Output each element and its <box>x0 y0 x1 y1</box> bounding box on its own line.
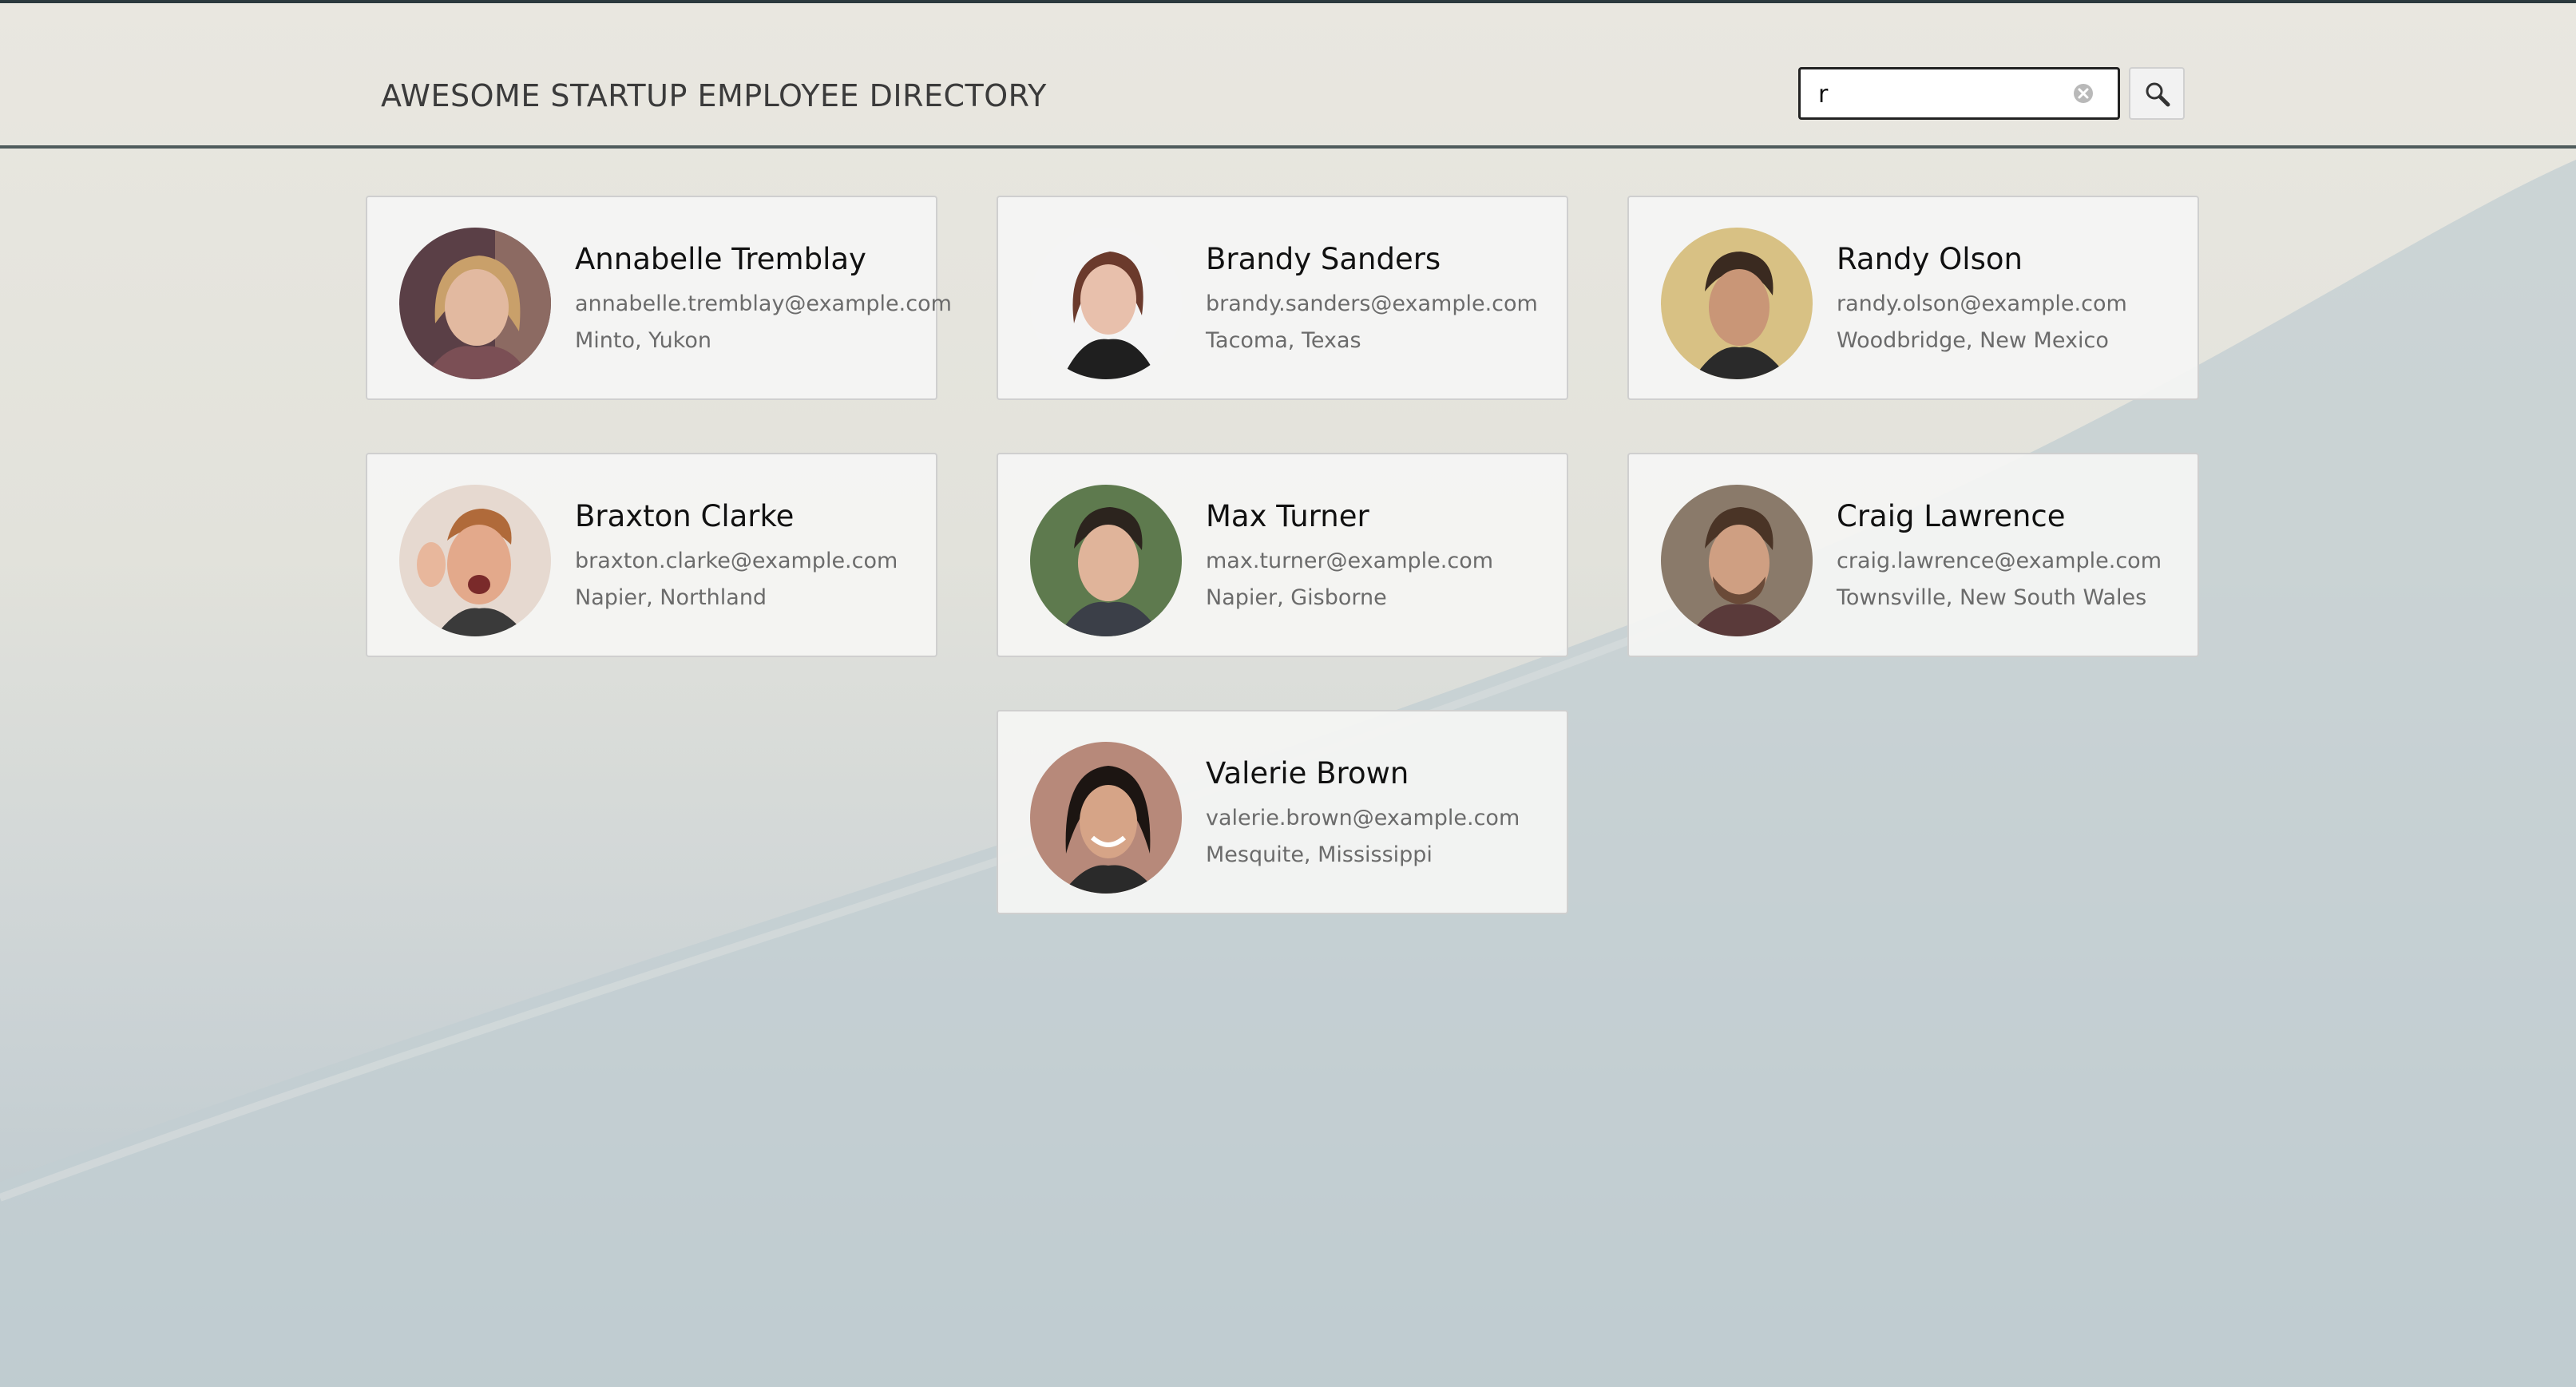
employee-email: braxton.clarke@example.com <box>575 549 898 573</box>
employee-email: annabelle.tremblay@example.com <box>575 291 952 316</box>
employee-card[interactable]: Max Turner max.turner@example.com Napier… <box>997 453 1568 657</box>
employee-location: Tacoma, Texas <box>1206 328 1361 353</box>
page-header: AWESOME STARTUP EMPLOYEE DIRECTORY <box>0 3 2576 149</box>
employee-name: Randy Olson <box>1837 242 2023 276</box>
avatar <box>1661 228 1813 379</box>
employee-name: Brandy Sanders <box>1206 242 1441 276</box>
employee-location: Woodbridge, New Mexico <box>1837 328 2109 353</box>
employee-name: Annabelle Tremblay <box>575 242 866 276</box>
avatar <box>1030 485 1182 636</box>
employee-name: Braxton Clarke <box>575 499 795 533</box>
avatar <box>1030 228 1182 379</box>
employee-location: Napier, Northland <box>575 585 767 610</box>
employee-location: Minto, Yukon <box>575 328 711 353</box>
avatar <box>399 228 551 379</box>
search-button[interactable] <box>2129 67 2185 120</box>
clear-icon[interactable] <box>2073 83 2094 104</box>
search-input[interactable] <box>1817 69 2059 119</box>
employee-card[interactable]: Annabelle Tremblay annabelle.tremblay@ex… <box>366 196 952 400</box>
employee-location: Napier, Gisborne <box>1206 585 1387 610</box>
employee-location: Townsville, New South Wales <box>1837 585 2147 610</box>
employee-card[interactable]: Braxton Clarke braxton.clarke@example.co… <box>366 453 937 657</box>
employee-card[interactable]: Randy Olson randy.olson@example.com Wood… <box>1627 196 2199 400</box>
employee-email: max.turner@example.com <box>1206 549 1494 573</box>
employee-email: randy.olson@example.com <box>1837 291 2127 316</box>
page-title: AWESOME STARTUP EMPLOYEE DIRECTORY <box>381 78 1047 113</box>
search-field[interactable] <box>1798 67 2120 120</box>
magnifier-icon <box>2146 82 2170 107</box>
employee-card[interactable]: Valerie Brown valerie.brown@example.com … <box>997 710 1568 914</box>
avatar <box>1030 742 1182 894</box>
employee-location: Mesquite, Mississippi <box>1206 842 1433 867</box>
avatar <box>1661 485 1813 636</box>
employee-card[interactable]: Craig Lawrence craig.lawrence@example.co… <box>1627 453 2199 657</box>
employee-email: brandy.sanders@example.com <box>1206 291 1538 316</box>
employee-email: valerie.brown@example.com <box>1206 806 1520 830</box>
employee-name: Max Turner <box>1206 499 1369 533</box>
employee-name: Craig Lawrence <box>1837 499 2066 533</box>
avatar <box>399 485 551 636</box>
employee-email: craig.lawrence@example.com <box>1837 549 2162 573</box>
employee-name: Valerie Brown <box>1206 756 1409 791</box>
employee-card[interactable]: Brandy Sanders brandy.sanders@example.co… <box>997 196 1568 400</box>
